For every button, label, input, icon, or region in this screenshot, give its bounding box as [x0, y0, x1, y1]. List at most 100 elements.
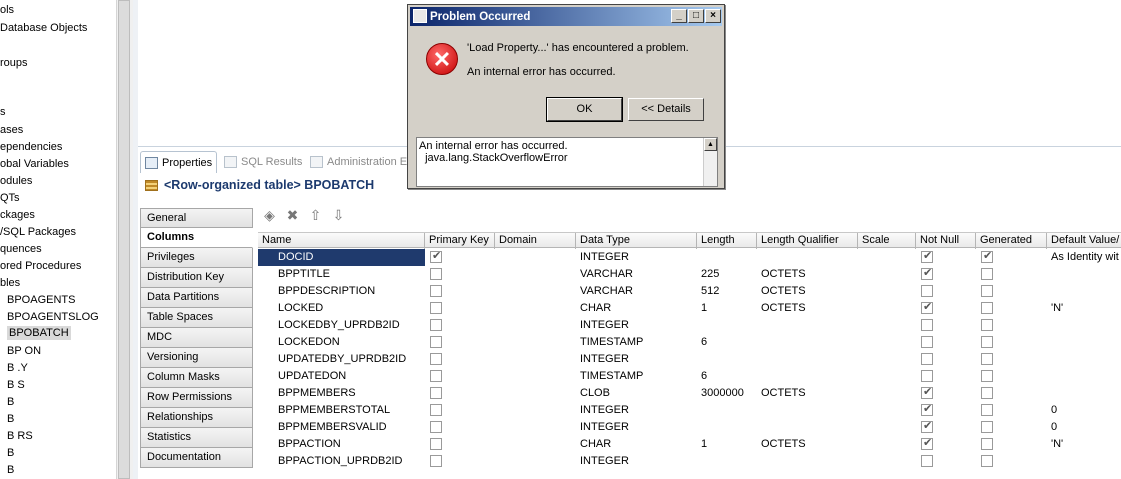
columns-grid[interactable]: Name Primary Key Domain Data Type Length Leng… — [258, 232, 1121, 479]
generated-checkbox[interactable] — [981, 387, 993, 399]
not-null-checkbox[interactable] — [921, 266, 933, 280]
primary-key-checkbox[interactable] — [430, 421, 442, 433]
tree-item[interactable]: B — [7, 412, 14, 426]
minimize-button[interactable]: _ — [671, 9, 687, 23]
generated-checkbox[interactable] — [981, 404, 993, 416]
cell-name[interactable]: BPPMEMBERS — [258, 385, 425, 402]
column-header[interactable]: Scale — [858, 233, 916, 249]
generated-checkbox[interactable] — [981, 370, 993, 382]
primary-key-checkbox[interactable] — [430, 285, 442, 297]
cell-name[interactable]: BPPMEMBERSVALID — [258, 419, 425, 436]
dialog-titlebar[interactable]: Problem Occurred _ □ × — [410, 7, 722, 26]
tree-item[interactable]: ependencies — [0, 140, 62, 154]
side-tab-general[interactable]: General — [140, 208, 253, 228]
generated-checkbox[interactable] — [981, 268, 993, 280]
tree-item[interactable]: B — [7, 463, 14, 477]
not-null-checkbox[interactable] — [921, 385, 933, 399]
primary-key-checkbox[interactable] — [430, 319, 442, 331]
primary-key-checkbox[interactable] — [430, 370, 442, 382]
table-row[interactable]: BPPMEMBERS CLOB 3000000 OCTETS — [258, 385, 1121, 402]
cell-name[interactable]: BPPTITLE — [258, 266, 425, 283]
cell-name[interactable]: LOCKED — [258, 300, 425, 317]
table-row[interactable]: LOCKED CHAR 1 OCTETS 'N' — [258, 300, 1121, 317]
not-null-checkbox[interactable] — [921, 319, 933, 331]
primary-key-checkbox[interactable] — [430, 302, 442, 314]
generated-checkbox[interactable] — [981, 421, 993, 433]
tree-item[interactable]: ols — [0, 3, 14, 17]
column-header[interactable]: Domain — [495, 233, 576, 249]
tree-item[interactable]: obal Variables — [0, 157, 69, 171]
maximize-button[interactable]: □ — [688, 9, 704, 23]
side-tab-privileges[interactable]: Privileges — [140, 248, 253, 268]
table-row[interactable]: UPDATEDON TIMESTAMP 6 — [258, 368, 1121, 385]
generated-checkbox[interactable] — [981, 353, 993, 365]
add-icon[interactable]: ◈ — [262, 207, 277, 224]
table-row[interactable]: DOCID INTEGER As Identity wit — [258, 249, 1121, 266]
tree-item[interactable]: B RS — [7, 429, 33, 443]
not-null-checkbox[interactable] — [921, 300, 933, 314]
primary-key-checkbox[interactable] — [430, 387, 442, 399]
details-scrollbar[interactable]: ▲ — [703, 138, 717, 186]
move-up-icon[interactable]: ⇧ — [308, 207, 323, 224]
column-header[interactable]: Default Value/ — [1047, 233, 1121, 249]
move-down-icon[interactable]: ⇩ — [331, 207, 346, 224]
side-tab-row-permissions[interactable]: Row Permissions — [140, 388, 253, 408]
not-null-checkbox[interactable] — [921, 436, 933, 450]
primary-key-checkbox[interactable] — [430, 438, 442, 450]
generated-checkbox[interactable] — [981, 249, 993, 263]
tree-item[interactable]: s — [0, 105, 6, 119]
tree-item[interactable]: ases — [0, 123, 23, 137]
tree-item[interactable]: odules — [0, 174, 32, 188]
side-tab-statistics[interactable]: Statistics — [140, 428, 253, 448]
not-null-checkbox[interactable] — [921, 336, 933, 348]
tree-item[interactable]: B S — [7, 378, 25, 392]
column-header[interactable]: Length Qualifier — [757, 233, 858, 249]
table-row[interactable]: BPPACTION_UPRDB2ID INTEGER — [258, 453, 1121, 470]
column-header[interactable]: Data Type — [576, 233, 697, 249]
cell-name[interactable]: LOCKEDON — [258, 334, 425, 351]
tree-item[interactable]: BPOAGENTS — [7, 293, 75, 307]
tree-item[interactable]: B .Y — [7, 361, 28, 375]
column-header[interactable]: Length — [697, 233, 757, 249]
cell-name[interactable]: DOCID — [258, 249, 425, 266]
primary-key-checkbox[interactable] — [430, 249, 442, 263]
primary-key-checkbox[interactable] — [430, 268, 442, 280]
side-tab-documentation[interactable]: Documentation — [140, 448, 253, 468]
not-null-checkbox[interactable] — [921, 455, 933, 467]
tree-item[interactable]: ored Procedures — [0, 259, 81, 273]
table-row[interactable]: BPPMEMBERSVALID INTEGER 0 — [258, 419, 1121, 436]
tab-administration[interactable]: Administration Ex — [306, 151, 417, 173]
side-tab-table-spaces[interactable]: Table Spaces — [140, 308, 253, 328]
tree-item[interactable]: /SQL Packages — [0, 225, 76, 239]
tree-item[interactable]: QTs — [0, 191, 20, 205]
side-tab-columns[interactable]: Columns — [140, 228, 253, 248]
table-row[interactable]: UPDATEDBY_UPRDB2ID INTEGER — [258, 351, 1121, 368]
navigator-tree[interactable]: ols Database Objects roups s ases ependencie… — [0, 0, 116, 479]
primary-key-checkbox[interactable] — [430, 455, 442, 467]
cell-name[interactable]: BPPACTION — [258, 436, 425, 453]
side-tab-mdc[interactable]: MDC — [140, 328, 253, 348]
side-tab-relationships[interactable]: Relationships — [140, 408, 253, 428]
table-row[interactable]: BPPTITLE VARCHAR 225 OCTETS — [258, 266, 1121, 283]
tree-item[interactable]: roups — [0, 56, 28, 70]
column-header[interactable]: Not Null — [916, 233, 976, 249]
details-textarea[interactable]: An internal error has occurred. java.lan… — [416, 137, 718, 187]
close-button[interactable]: × — [705, 9, 721, 23]
column-header[interactable]: Name — [258, 233, 425, 249]
table-row[interactable]: LOCKEDON TIMESTAMP 6 — [258, 334, 1121, 351]
tree-item[interactable]: quences — [0, 242, 42, 256]
table-row[interactable]: LOCKEDBY_UPRDB2ID INTEGER — [258, 317, 1121, 334]
scroll-up-icon[interactable]: ▲ — [704, 138, 717, 151]
primary-key-checkbox[interactable] — [430, 353, 442, 365]
not-null-checkbox[interactable] — [921, 249, 933, 263]
cell-name[interactable]: LOCKEDBY_UPRDB2ID — [258, 317, 425, 334]
table-row[interactable]: BPPDESCRIPTION VARCHAR 512 OCTETS — [258, 283, 1121, 300]
cell-name[interactable]: UPDATEDON — [258, 368, 425, 385]
tree-scrollbar-thumb[interactable] — [118, 0, 130, 479]
table-row[interactable]: BPPMEMBERSTOTAL INTEGER 0 — [258, 402, 1121, 419]
table-row[interactable]: BPPACTION CHAR 1 OCTETS 'N' — [258, 436, 1121, 453]
primary-key-checkbox[interactable] — [430, 404, 442, 416]
tree-item[interactable]: bles — [0, 276, 20, 290]
tree-item[interactable]: BP ON — [7, 344, 41, 358]
generated-checkbox[interactable] — [981, 319, 993, 331]
